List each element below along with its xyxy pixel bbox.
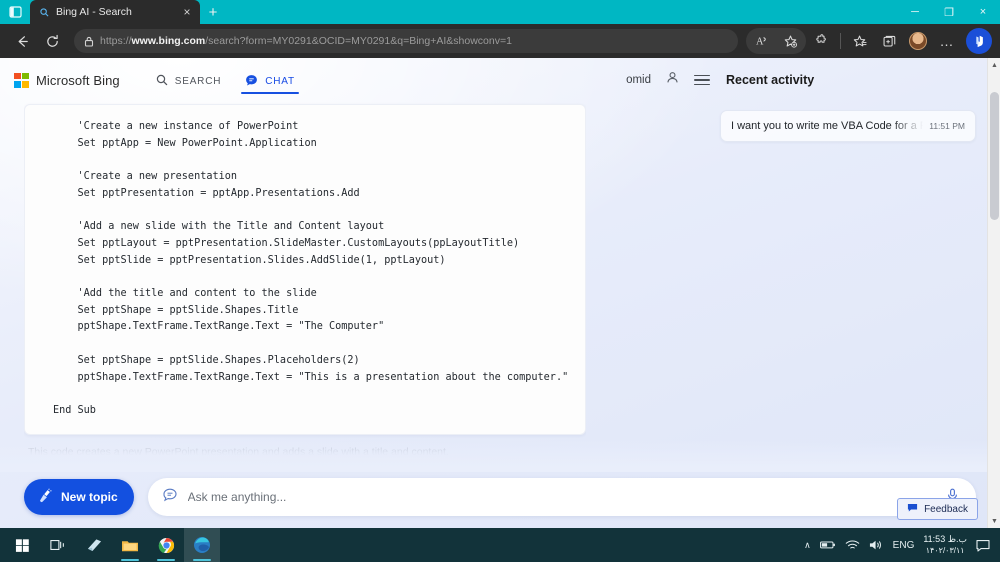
bing-chat-icon[interactable] [966, 28, 992, 54]
tab-title: Bing AI - Search [56, 6, 132, 18]
chat-column: 'Create a new instance of PowerPoint Set… [0, 102, 712, 466]
speaker-icon[interactable] [869, 539, 884, 551]
url-domain: www.bing.com [131, 35, 206, 47]
close-icon[interactable]: × [180, 6, 194, 18]
add-favorite-icon[interactable] [776, 28, 804, 54]
feedback-button[interactable]: Feedback [897, 498, 978, 520]
toolbar-divider [840, 33, 841, 49]
bing-header: Microsoft Bing SEARCH CHAT omid Recent a… [0, 58, 1000, 102]
windows-taskbar: ∧ ENG 11:53 ب.ظ ۱۴۰۲/۰۳/۱۱ [0, 528, 1000, 562]
maximize-button[interactable]: ❐ [932, 0, 966, 24]
task-view-icon[interactable] [40, 528, 76, 562]
answer-scroll-region: 'Create a new instance of PowerPoint Set… [24, 102, 586, 466]
address-bar[interactable]: https://www.bing.com/search?form=MY0291&… [74, 29, 738, 53]
window-controls: ─ ❐ × [898, 0, 1000, 24]
scroll-up-arrow[interactable]: ▲ [988, 58, 1000, 72]
new-topic-button[interactable]: New topic [24, 479, 134, 515]
tab-search-label: SEARCH [174, 76, 222, 87]
chrome-icon[interactable] [148, 528, 184, 562]
page-viewport: Microsoft Bing SEARCH CHAT omid Recent a… [0, 58, 1000, 528]
list-item[interactable]: I want you to write me VBA Code for a Po… [720, 110, 976, 142]
avatar[interactable] [904, 28, 932, 54]
tray-overflow-icon[interactable]: ∧ [804, 540, 811, 551]
lock-icon [84, 36, 94, 47]
svg-text:A: A [755, 36, 763, 47]
code-content: 'Create a new instance of PowerPoint Set… [53, 121, 569, 416]
tab-chat-label: CHAT [265, 76, 295, 87]
folder-icon[interactable] [112, 528, 148, 562]
new-topic-label: New topic [61, 490, 118, 504]
back-arrow-icon[interactable] [8, 28, 36, 54]
notification-icon[interactable] [976, 539, 990, 552]
chat-input[interactable] [187, 490, 935, 504]
answer-trailing-text: This code creates a new PowerPoint prese… [28, 445, 449, 458]
recent-activity-panel: I want you to write me VBA Code for a Po… [712, 102, 1000, 466]
read-aloud-icon[interactable]: A [748, 28, 776, 54]
browser-title-bar: Bing AI - Search × + ─ ❐ × [0, 0, 1000, 24]
url-path: /search?form=MY0291&OCID=MY0291&q=Bing+A… [205, 35, 512, 47]
bing-logo-text: Microsoft Bing [36, 72, 120, 88]
reload-icon[interactable] [38, 28, 66, 54]
extensions-icon[interactable] [807, 28, 835, 54]
scrollbar-thumb[interactable] [990, 92, 999, 220]
chat-input-container[interactable] [147, 478, 976, 516]
feedback-bubble-icon [907, 502, 918, 516]
edge-icon[interactable] [184, 528, 220, 562]
broom-icon [37, 487, 53, 507]
tab-search[interactable]: SEARCH [156, 58, 221, 102]
activity-item-text: I want you to write me VBA Code for a Po… [731, 120, 923, 132]
store-icon[interactable] [76, 528, 112, 562]
code-block: 'Create a new instance of PowerPoint Set… [24, 104, 586, 435]
favorites-icon[interactable] [846, 28, 874, 54]
toolbar-actions: A … [746, 28, 992, 54]
address-bar-text: https://www.bing.com/search?form=MY0291&… [100, 35, 512, 47]
feedback-label: Feedback [924, 503, 968, 515]
new-tab-button[interactable]: + [200, 0, 226, 24]
battery-icon[interactable] [819, 540, 836, 550]
browser-tab-bing-ai[interactable]: Bing AI - Search × [30, 0, 200, 24]
activity-item-time: 11:51 PM [929, 121, 965, 131]
search-icon [156, 74, 168, 89]
chat-bubble-icon [245, 74, 258, 90]
hamburger-icon[interactable] [694, 74, 710, 86]
clock-time: 11:53 ب.ظ [923, 534, 967, 544]
main-content: 'Create a new instance of PowerPoint Set… [0, 102, 1000, 466]
window-close-button[interactable]: × [966, 0, 1000, 24]
browser-toolbar: https://www.bing.com/search?form=MY0291&… [0, 24, 1000, 58]
clock[interactable]: 11:53 ب.ظ ۱۴۰۲/۰۳/۱۱ [923, 534, 967, 556]
minimize-button[interactable]: ─ [898, 0, 932, 24]
bing-header-right: omid [626, 70, 718, 90]
microsoft-bing-logo[interactable]: Microsoft Bing [14, 72, 120, 88]
collections-icon[interactable] [875, 28, 903, 54]
composer-area: New topic [0, 440, 1000, 528]
settings-and-more-icon[interactable]: … [933, 28, 961, 54]
start-button[interactable] [4, 528, 40, 562]
scroll-down-arrow[interactable]: ▼ [988, 514, 1000, 528]
recent-activity-title: Recent activity [726, 73, 815, 87]
chat-bubble-icon [162, 487, 178, 508]
search-icon [38, 6, 50, 18]
user-name: omid [626, 74, 651, 86]
tab-chat[interactable]: CHAT [241, 58, 299, 102]
wifi-icon[interactable] [845, 540, 860, 551]
system-tray: ∧ ENG 11:53 ب.ظ ۱۴۰۲/۰۳/۱۱ [804, 534, 996, 556]
person-icon[interactable] [665, 70, 680, 90]
tab-actions-icon[interactable] [0, 0, 30, 24]
microsoft-logo-icon [14, 72, 29, 88]
clock-date: ۱۴۰۲/۰۳/۱۱ [925, 546, 965, 555]
page-scrollbar[interactable]: ▲ ▼ [987, 58, 1000, 528]
bing-nav-tabs: SEARCH CHAT [156, 58, 299, 102]
language-indicator[interactable]: ENG [893, 540, 915, 551]
